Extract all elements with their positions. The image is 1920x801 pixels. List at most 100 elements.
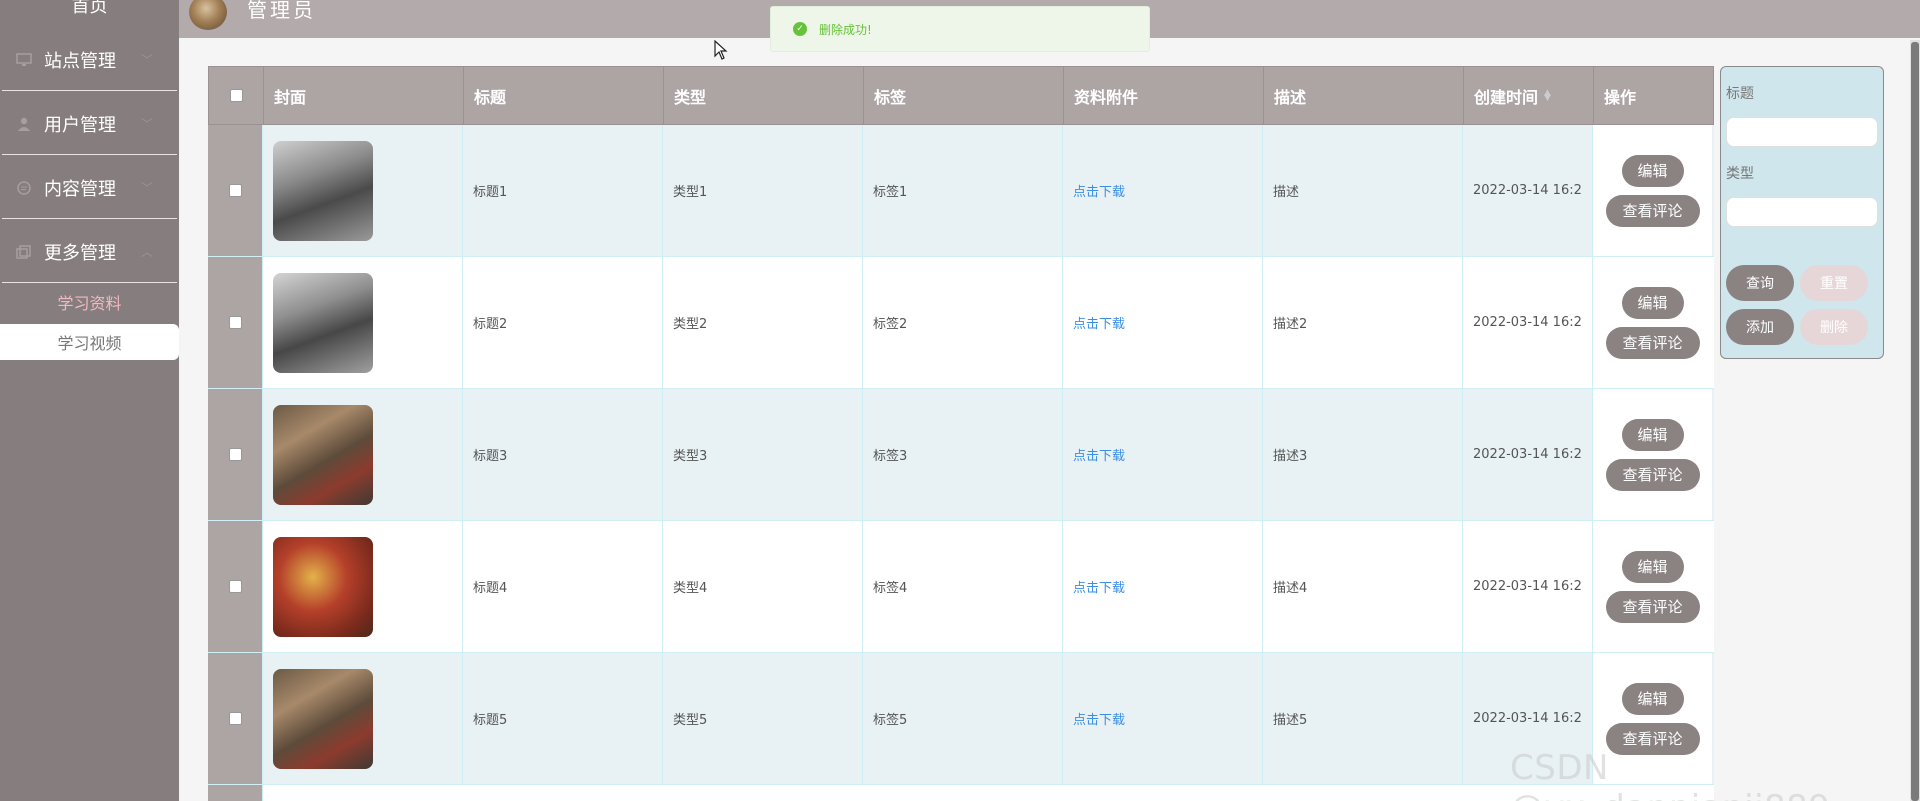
desc-cell: 描述2 xyxy=(1263,257,1463,388)
select-all-checkbox[interactable] xyxy=(229,89,243,102)
title-cell: 标题4 xyxy=(463,521,663,652)
reset-button[interactable]: 重置 xyxy=(1800,265,1868,301)
view-comments-button[interactable]: 查看评论 xyxy=(1605,458,1700,491)
cover-cell xyxy=(263,521,463,652)
sidebar-subitem-study-material[interactable]: 学习资料 xyxy=(0,284,179,320)
tag-cell: 标签1 xyxy=(863,125,1063,256)
table-row: 标题5 类型5 标签5 点击下载 描述5 2022-03-14 16:2 编辑 … xyxy=(208,653,1714,785)
sidebar-item-label: 站点管理 xyxy=(44,50,116,72)
toast-message: 删除成功! xyxy=(819,22,872,37)
type-cell: 类型3 xyxy=(663,389,863,520)
view-comments-button[interactable]: 查看评论 xyxy=(1605,326,1700,359)
cover-cell xyxy=(263,389,463,520)
type-cell: 类型1 xyxy=(663,125,863,256)
desc-cell: 描述5 xyxy=(1263,653,1463,784)
search-panel: 标题 类型 查询 重置 添加 删除 xyxy=(1720,66,1884,359)
desc-cell: 描述3 xyxy=(1263,389,1463,520)
column-header-created[interactable]: 创建时间 ▲ ▼ xyxy=(1464,67,1594,124)
actions-cell: 编辑 查看评论 xyxy=(1593,521,1712,652)
select-all-cell xyxy=(209,67,264,124)
scrollbar-thumb[interactable] xyxy=(1911,42,1919,801)
table-header: 封面 标题 类型 标签 资料附件 描述 创建时间 ▲ ▼ 操作 xyxy=(208,66,1714,125)
check-circle-icon: ✓ xyxy=(793,22,807,36)
type-filter-label: 类型 xyxy=(1726,166,1754,182)
created-cell: 2022-03-14 16:2 xyxy=(1463,389,1593,520)
tag-cell: 标签4 xyxy=(863,521,1063,652)
view-comments-button[interactable]: 查看评论 xyxy=(1605,590,1700,623)
created-cell: 2022-03-14 16:2 xyxy=(1463,125,1593,256)
created-cell: 2022-03-14 16:2 xyxy=(1463,521,1593,652)
sort-icon[interactable]: ▲ ▼ xyxy=(1544,88,1551,102)
download-link[interactable]: 点击下载 xyxy=(1073,313,1125,332)
created-cell: 2022-03-14 16:2 xyxy=(1463,257,1593,388)
table-row xyxy=(208,785,1714,801)
title-cell: 标题5 xyxy=(463,653,663,784)
edit-button[interactable]: 编辑 xyxy=(1621,418,1684,451)
edit-button[interactable]: 编辑 xyxy=(1621,286,1684,319)
row-checkbox[interactable] xyxy=(228,580,242,593)
tag-cell: 标签2 xyxy=(863,257,1063,388)
column-header-actions: 操作 xyxy=(1604,87,1637,107)
download-link[interactable]: 点击下载 xyxy=(1073,181,1125,200)
row-checkbox[interactable] xyxy=(228,448,242,461)
avatar[interactable] xyxy=(189,0,227,30)
row-select-cell xyxy=(208,125,263,256)
actions-cell: 编辑 查看评论 xyxy=(1593,125,1712,256)
sidebar-item-label: 更多管理 xyxy=(44,242,116,264)
sidebar-item-content[interactable]: 内容管理 ﹀ xyxy=(2,157,177,219)
sidebar-item-site[interactable]: 站点管理 ﹀ xyxy=(2,29,177,91)
edit-button[interactable]: 编辑 xyxy=(1621,550,1684,583)
sidebar-subitem-study-video[interactable]: 学习视频 xyxy=(0,324,179,360)
cover-cell xyxy=(263,257,463,388)
row-select-cell xyxy=(208,785,263,801)
actions-cell: 编辑 查看评论 xyxy=(1593,389,1712,520)
row-select-cell xyxy=(208,653,263,784)
sidebar-item-home[interactable]: 首页 xyxy=(0,0,179,16)
table-row: 标题4 类型4 标签4 点击下载 描述4 2022-03-14 16:2 编辑 … xyxy=(208,521,1714,653)
tag-cell: 标签5 xyxy=(863,653,1063,784)
query-button[interactable]: 查询 xyxy=(1726,265,1794,301)
cover-image[interactable] xyxy=(273,668,373,769)
title-filter-input[interactable] xyxy=(1726,117,1878,147)
column-header-desc: 描述 xyxy=(1264,67,1464,124)
type-cell: 类型4 xyxy=(663,521,863,652)
row-checkbox[interactable] xyxy=(228,184,242,197)
title-cell: 标题1 xyxy=(463,125,663,256)
sidebar-item-users[interactable]: 用户管理 ﹀ xyxy=(2,93,177,155)
cover-image[interactable] xyxy=(273,140,373,241)
view-comments-button[interactable]: 查看评论 xyxy=(1605,194,1700,227)
attachment-cell: 点击下载 xyxy=(1063,521,1263,652)
title-filter-label: 标题 xyxy=(1726,86,1754,102)
delete-button[interactable]: 删除 xyxy=(1800,309,1868,345)
column-header-cover: 封面 xyxy=(264,67,464,124)
user-icon xyxy=(16,117,32,131)
download-link[interactable]: 点击下载 xyxy=(1073,445,1125,464)
sidebar: 首页 站点管理 ﹀ 用户管理 ﹀ 内容管理 ﹀ 更多管理 ︿ 学习资料 学习视频 xyxy=(0,0,179,801)
watermark-text: CSDN @vx_danpianji889 xyxy=(1510,748,1830,801)
row-checkbox[interactable] xyxy=(228,712,242,725)
table-row: 标题2 类型2 标签2 点击下载 描述2 2022-03-14 16:2 编辑 … xyxy=(208,257,1714,389)
type-cell: 类型5 xyxy=(663,653,863,784)
add-button[interactable]: 添加 xyxy=(1726,309,1794,345)
download-link[interactable]: 点击下载 xyxy=(1073,709,1125,728)
row-select-cell xyxy=(208,389,263,520)
message-icon xyxy=(16,180,32,195)
column-header-title: 标题 xyxy=(464,67,664,124)
sidebar-item-more[interactable]: 更多管理 ︿ xyxy=(2,221,177,283)
cover-cell xyxy=(263,125,463,256)
cover-image[interactable] xyxy=(273,404,373,505)
copy-icon xyxy=(16,244,32,259)
chevron-down-icon: ﹀ xyxy=(140,117,153,131)
type-filter-input[interactable] xyxy=(1726,197,1878,227)
edit-button[interactable]: 编辑 xyxy=(1621,682,1684,715)
row-checkbox[interactable] xyxy=(228,316,242,329)
download-link[interactable]: 点击下载 xyxy=(1073,577,1125,596)
success-toast: ✓ 删除成功! xyxy=(770,6,1150,52)
edit-button[interactable]: 编辑 xyxy=(1621,154,1684,187)
tag-cell: 标签3 xyxy=(863,389,1063,520)
mouse-cursor-icon xyxy=(714,40,728,60)
title-cell: 标题3 xyxy=(463,389,663,520)
cover-image[interactable] xyxy=(273,536,373,637)
cover-image[interactable] xyxy=(273,272,373,373)
column-header-tag: 标签 xyxy=(864,67,1064,124)
